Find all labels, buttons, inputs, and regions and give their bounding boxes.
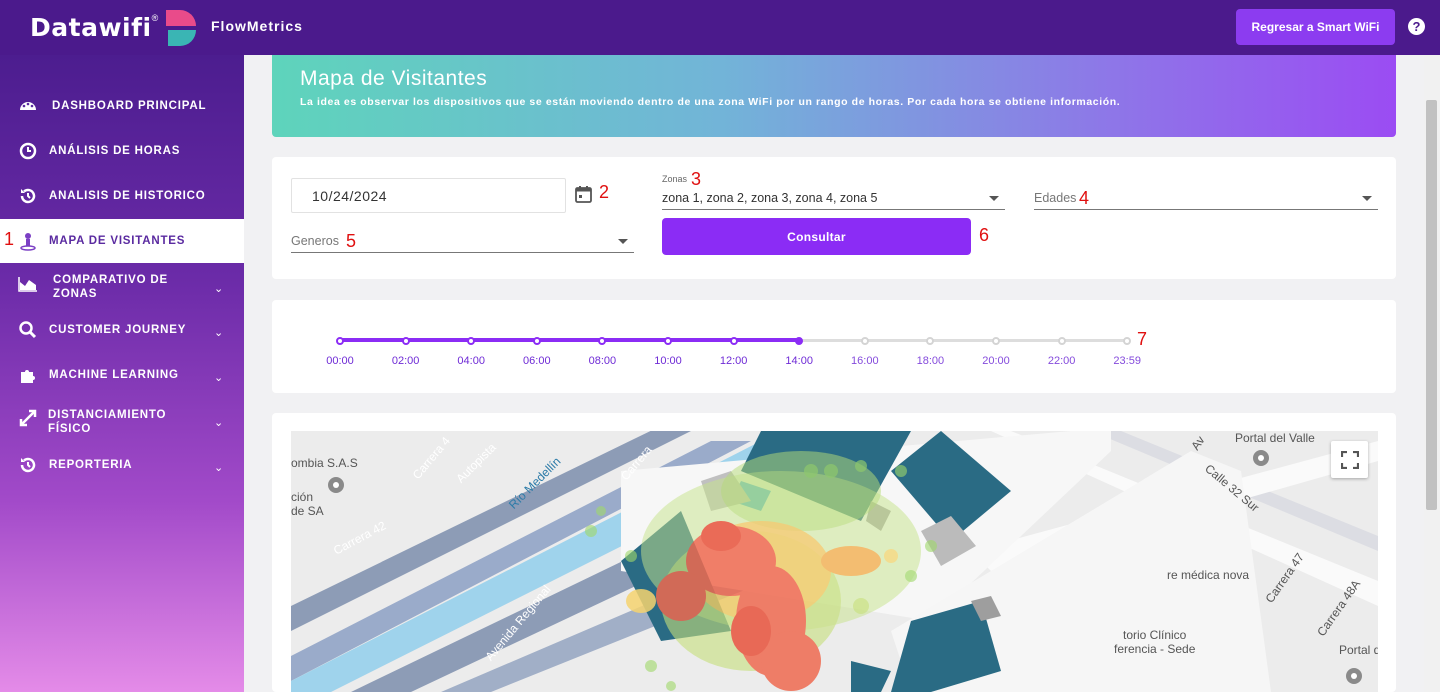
map-label: re médica nova <box>1167 568 1250 582</box>
slider-tick-dot[interactable] <box>992 337 1000 345</box>
slider-tick-label: 16:00 <box>851 355 879 367</box>
sidebar-item-label: DASHBOARD PRINCIPAL <box>52 100 207 112</box>
slider-tick-label: 08:00 <box>588 355 617 367</box>
sidebar-item-mapa-de-visitantes[interactable]: MAPA DE VISITANTES <box>0 219 244 263</box>
slider-tick-dot[interactable] <box>729 337 738 345</box>
search-icon <box>19 321 37 339</box>
person-pin-icon <box>20 233 36 251</box>
timeline-card <box>272 300 1396 393</box>
history-icon <box>20 457 36 473</box>
slider-tick-label: 04:00 <box>457 355 485 367</box>
clock-icon <box>19 142 37 160</box>
map-label: de SA <box>291 504 324 518</box>
app-name: FlowMetrics <box>211 18 303 34</box>
slider-tick-dot[interactable] <box>336 337 344 345</box>
annotation-marker-6: 6 <box>979 225 990 245</box>
chevron-down-icon: ⌄ <box>214 372 224 384</box>
sidebar-item-customer-journey[interactable]: CUSTOMER JOURNEY ⌄ <box>0 308 244 352</box>
annotation-marker-7: 7 <box>1137 329 1148 349</box>
scrollbar-thumb[interactable] <box>1426 100 1437 510</box>
slider-tick-label: 00:00 <box>326 355 354 367</box>
logo-mark-icon <box>166 10 197 46</box>
sidebar-item-label: ANÁLISIS DE HORAS <box>49 145 181 157</box>
date-input[interactable]: 10/24/2024 <box>291 178 566 213</box>
sidebar-item-label: COMPARATIVO DE ZONAS <box>53 274 168 300</box>
map-label: Portal d <box>1339 643 1378 657</box>
calendar-icon[interactable] <box>575 186 592 203</box>
logo[interactable]: Datawifi ® <box>30 6 202 48</box>
slider-tick-dot[interactable] <box>860 337 869 345</box>
dropdown-arrow-icon <box>989 196 999 201</box>
map-label: Portal del Valle <box>1235 431 1315 445</box>
sidebar-item-label: REPORTERIA <box>49 459 133 471</box>
slider-tick-dot[interactable] <box>1057 337 1066 345</box>
map-label: torio Clínico <box>1123 628 1187 642</box>
puzzle-icon <box>21 370 35 383</box>
chevron-down-icon: ⌄ <box>214 417 224 429</box>
generos-placeholder: Generos <box>291 234 339 248</box>
dropdown-arrow-icon <box>1362 196 1372 201</box>
slider-tick-dot[interactable] <box>664 337 672 345</box>
sidebar-item-dashboard-principal[interactable]: DASHBOARD PRINCIPAL <box>0 84 244 128</box>
chevron-down-icon: ⌄ <box>214 283 224 295</box>
consultar-button[interactable]: Consultar <box>662 218 971 255</box>
sidebar-item-analisis-de-historico[interactable]: ANALISIS DE HISTORICO <box>0 174 244 218</box>
page-title: Mapa de Visitantes <box>300 67 488 90</box>
zonas-select[interactable]: Zonas zona 1, zona 2, zona 3, zona 4, zo… <box>662 174 1005 210</box>
zonas-value: zona 1, zona 2, zona 3, zona 4, zona 5 <box>662 191 878 205</box>
page-description: La idea es observar los dispositivos que… <box>300 96 1121 108</box>
slider-tick-label: 20:00 <box>982 355 1010 367</box>
sidebar-item-label: ANALISIS DE HISTORICO <box>49 190 206 202</box>
map-label: ferencia - Sede <box>1114 642 1196 656</box>
annotation-marker-3: 3 <box>691 169 702 189</box>
logo-text: Datawifi <box>30 12 152 42</box>
sidebar-item-analisis-de-horas[interactable]: ANÁLISIS DE HORAS <box>0 129 244 173</box>
dropdown-arrow-icon <box>618 239 628 244</box>
fullscreen-button[interactable] <box>1331 441 1368 478</box>
heatmap-map[interactable]: Portal del Valle Calle 32 Sur Carrera 42… <box>291 431 1378 692</box>
logo-registered: ® <box>151 13 159 23</box>
map-label: ción <box>291 490 314 504</box>
edades-placeholder: Edades <box>1034 191 1077 205</box>
top-bar: Datawifi ® FlowMetrics Regresar a Smart … <box>0 0 1440 55</box>
dashboard-icon <box>20 102 36 110</box>
help-icon[interactable]: ? <box>1408 18 1425 35</box>
sidebar-item-reporteria[interactable]: REPORTERIA ⌄ <box>0 443 244 487</box>
return-to-smart-wifi-button[interactable]: Regresar a Smart WiFi <box>1236 9 1395 45</box>
sidebar-item-label: CUSTOMER JOURNEY <box>49 324 187 336</box>
map-label: ombia S.A.S <box>291 456 358 470</box>
slider-tick-label: 18:00 <box>916 355 945 367</box>
chevron-down-icon: ⌄ <box>214 327 224 339</box>
slider-tick-label: 14:00 <box>785 355 813 367</box>
page-header-banner: Mapa de Visitantes La idea es observar l… <box>272 55 1396 137</box>
sidebar-item-distanciamiento-fisico[interactable]: DISTANCIAMIENTO FÍSICO ⌄ <box>0 398 244 446</box>
sidebar-item-comparativo-de-zonas[interactable]: COMPARATIVO DE ZONAS ⌄ <box>0 264 244 312</box>
expand-arrows-icon <box>19 409 37 427</box>
slider-tick-label: 02:00 <box>391 355 420 367</box>
area-chart-icon <box>18 277 37 292</box>
slider-tick-dot[interactable] <box>401 337 410 345</box>
sidebar-item-label: DISTANCIAMIENTO FÍSICO <box>48 409 167 435</box>
sidebar-item-label: MACHINE LEARNING <box>49 369 179 381</box>
history-icon <box>20 188 36 204</box>
generos-select[interactable]: Generos <box>291 231 634 253</box>
slider-tick-dot[interactable] <box>532 337 541 345</box>
zonas-label: Zonas <box>662 174 688 184</box>
annotation-marker-5: 5 <box>346 231 357 251</box>
slider-tick-label: 06:00 <box>523 355 551 367</box>
sidebar-item-machine-learning[interactable]: MACHINE LEARNING ⌄ <box>0 353 244 397</box>
slider-tick-label: 23:59 <box>1113 355 1141 367</box>
slider-tick-label: 10:00 <box>654 355 682 367</box>
sidebar-item-label: MAPA DE VISITANTES <box>49 235 186 247</box>
annotation-marker-1: 1 <box>4 229 15 249</box>
chevron-down-icon: ⌄ <box>214 462 224 474</box>
annotation-marker-4: 4 <box>1079 188 1090 208</box>
annotation-marker-2: 2 <box>599 182 610 202</box>
slider-tick-label: 12:00 <box>719 355 748 367</box>
fullscreen-icon <box>1340 450 1359 469</box>
slider-tick-label: 22:00 <box>1047 355 1076 367</box>
